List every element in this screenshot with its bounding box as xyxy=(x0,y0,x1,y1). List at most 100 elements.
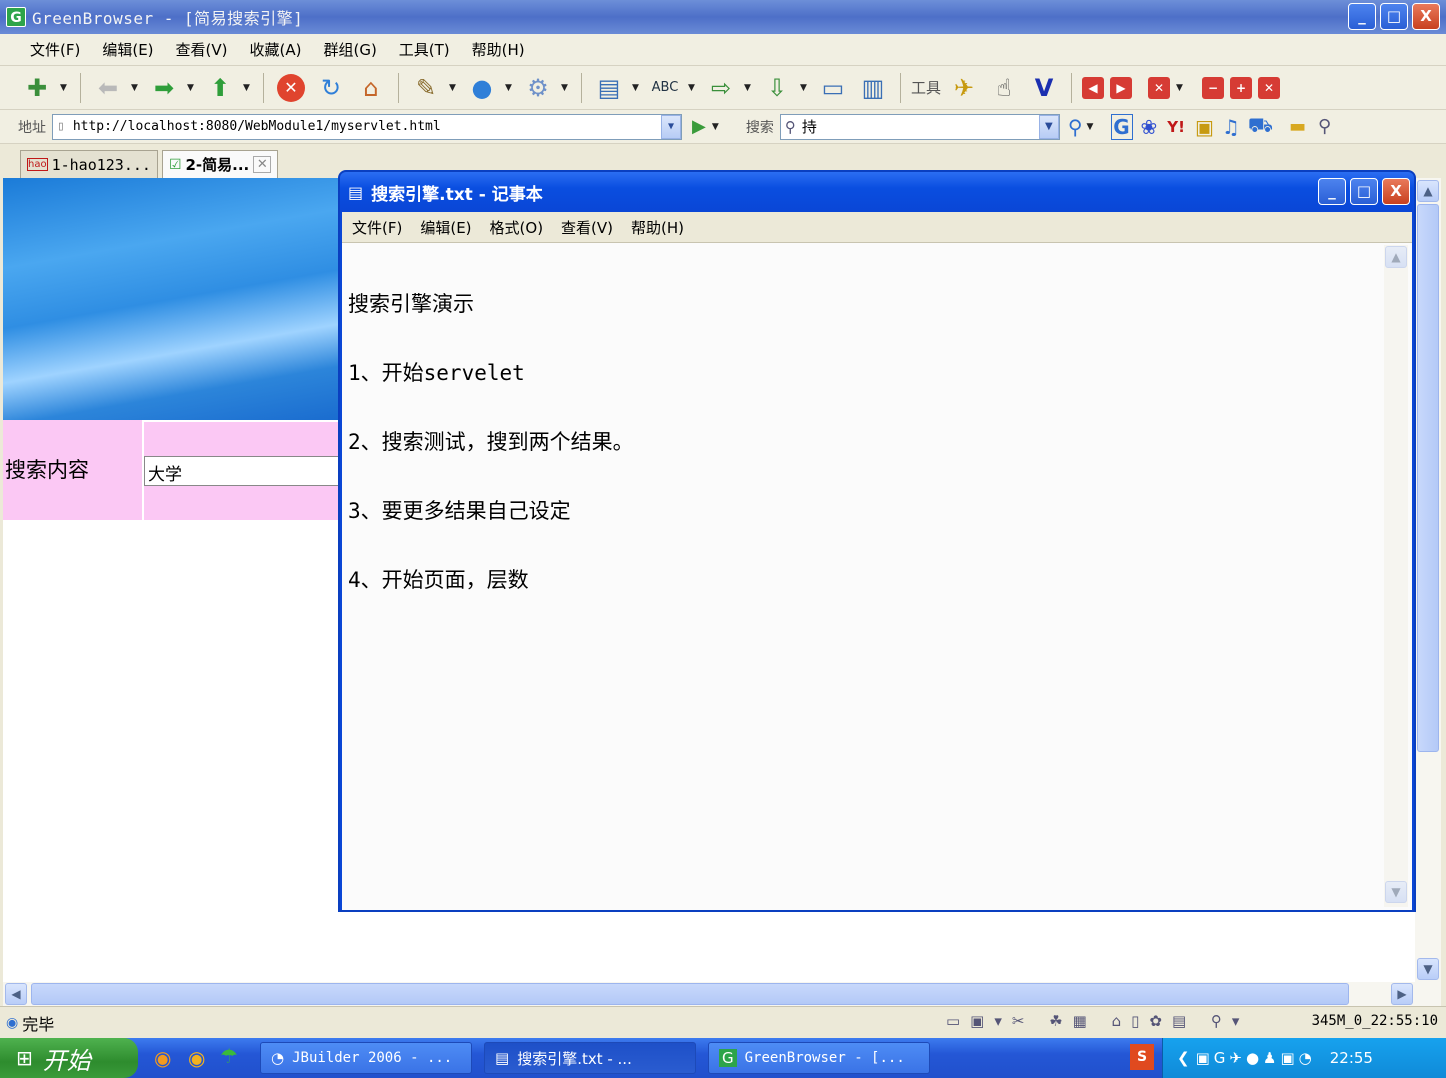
notepad-vertical-scrollbar[interactable]: ▲ ▼ xyxy=(1384,245,1408,907)
google-icon[interactable]: G xyxy=(1110,113,1133,140)
stop-icon[interactable]: ✕ xyxy=(274,71,308,105)
page-horizontal-scrollbar[interactable]: ◀ ▶ xyxy=(3,982,1441,1006)
notepad-menu-format[interactable]: 格式(O) xyxy=(490,217,544,238)
refresh-icon[interactable]: ↻ xyxy=(314,71,348,105)
search-dropdown-icon[interactable]: ▼ xyxy=(1038,114,1059,139)
dropdown-arrow-icon[interactable]: ▼ xyxy=(243,83,253,93)
back-icon[interactable]: ⬅ xyxy=(91,71,125,105)
close-button[interactable]: X xyxy=(1412,3,1440,30)
folder-icon[interactable]: ▬ xyxy=(1289,116,1306,137)
notepad-close-button[interactable]: X xyxy=(1382,178,1410,205)
minimize-button[interactable]: _ xyxy=(1348,3,1376,30)
home-icon[interactable]: ⌂ xyxy=(354,71,388,105)
menu-view[interactable]: 查看(V) xyxy=(176,39,228,60)
tray-expand-icon[interactable]: ❮ xyxy=(1177,1049,1190,1067)
dropdown-arrow-icon[interactable]: ▼ xyxy=(688,83,698,93)
image-icon[interactable]: ▤ xyxy=(592,71,626,105)
scroll-right-icon[interactable]: ▶ xyxy=(1391,983,1413,1005)
notepad-text-area[interactable]: 搜索引擎演示 1、开始servelet 2、搜索测试，搜到两个结果。 3、要更多… xyxy=(342,242,1412,910)
search-go-icon[interactable]: ⚲ xyxy=(1068,115,1083,139)
page-vertical-scrollbar[interactable]: ▲ ▼ xyxy=(1415,178,1441,982)
dropdown-arrow-icon[interactable]: ▼ xyxy=(1087,122,1097,132)
dropdown-arrow-icon[interactable]: ▼ xyxy=(187,83,197,93)
network-globe-icon[interactable]: ⚙ xyxy=(521,71,555,105)
tray-app-icons[interactable]: ▣G✈●♟▣◔ xyxy=(1196,1049,1316,1067)
dropdown-arrow-icon[interactable]: ▼ xyxy=(449,83,459,93)
next-tab-icon[interactable]: ▶ xyxy=(1110,76,1133,99)
scroll-up-icon[interactable]: ▲ xyxy=(1417,180,1439,202)
menu-edit[interactable]: 编辑(E) xyxy=(102,39,153,60)
menu-file[interactable]: 文件(F) xyxy=(30,39,80,60)
broom-icon[interactable]: ✈ xyxy=(947,71,981,105)
dropdown-arrow-icon[interactable]: ▼ xyxy=(800,83,810,93)
music-icon[interactable]: ♫ xyxy=(1222,115,1240,139)
minimize-tab-icon[interactable]: − xyxy=(1202,76,1225,99)
v-icon[interactable]: V xyxy=(1027,71,1061,105)
quicklaunch-umbrella-icon[interactable]: ☂ xyxy=(220,1044,238,1068)
go-icon[interactable]: ▶ xyxy=(692,116,706,137)
notepad-minimize-button[interactable]: _ xyxy=(1318,178,1346,205)
dropdown-arrow-icon[interactable]: ▼ xyxy=(505,83,515,93)
notepad-maximize-button[interactable]: □ xyxy=(1350,178,1378,205)
hand-icon[interactable]: ☝ xyxy=(987,71,1021,105)
globe-icon[interactable]: ● xyxy=(465,71,499,105)
sogou-ime-icon[interactable]: S xyxy=(1130,1044,1154,1070)
restore-button[interactable]: □ xyxy=(1380,3,1408,30)
quicklaunch-firefox-icon[interactable]: ◉ xyxy=(154,1046,171,1070)
download-icon[interactable]: ⇩ xyxy=(760,71,794,105)
scroll-up-icon[interactable]: ▲ xyxy=(1385,246,1407,268)
up-icon[interactable]: ⬆ xyxy=(203,71,237,105)
dropdown-arrow-icon[interactable]: ▼ xyxy=(744,83,754,93)
notepad-menu-file[interactable]: 文件(F) xyxy=(352,217,402,238)
status-bar: ◉ 完毕 ▭▣▾✂ ☘▦ ⌂▯✿▤ ⚲▾ 345M_0_22:55:10 xyxy=(0,1006,1446,1038)
new-tab-icon[interactable]: ✚ xyxy=(20,71,54,105)
export-icon[interactable]: ⇨ xyxy=(704,71,738,105)
address-input[interactable]: ▯ http://localhost:8080/WebModule1/myser… xyxy=(52,113,682,140)
menu-groups[interactable]: 群组(G) xyxy=(323,39,376,60)
scroll-down-icon[interactable]: ▼ xyxy=(1385,881,1407,903)
scroll-down-icon[interactable]: ▼ xyxy=(1417,958,1439,980)
photo-icon[interactable]: ▣ xyxy=(1195,115,1214,139)
dropdown-arrow-icon[interactable]: ▼ xyxy=(131,83,141,93)
menu-help[interactable]: 帮助(H) xyxy=(472,39,525,60)
close-tab-icon[interactable]: ✕ xyxy=(1148,76,1171,99)
notepad-title-bar[interactable]: ▤ 搜索引擎.txt - 记事本 _ □ X xyxy=(340,172,1414,212)
prev-tab-icon[interactable]: ◀ xyxy=(1082,76,1105,99)
dropdown-arrow-icon[interactable]: ▼ xyxy=(1176,83,1186,93)
task-greenbrowser[interactable]: G GreenBrowser - [... xyxy=(708,1042,930,1074)
shopping-icon[interactable]: ⛟ xyxy=(1248,113,1273,140)
compass-icon[interactable]: ✎ xyxy=(409,71,443,105)
tab-hao123[interactable]: hao 1-hao123... xyxy=(20,150,158,178)
search-input[interactable]: ⚲ 持 ▼ xyxy=(779,113,1060,140)
forward-icon[interactable]: ➡ xyxy=(147,71,181,105)
tab-search-engine[interactable]: ☑ 2-简易... ✕ xyxy=(161,150,279,178)
scroll-left-icon[interactable]: ◀ xyxy=(5,983,27,1005)
baidu-icon[interactable]: ❀ xyxy=(1141,115,1158,139)
yahoo-icon[interactable]: Y! xyxy=(1167,118,1185,136)
window-layout-icon[interactable]: ▭ xyxy=(816,71,850,105)
dropdown-arrow-icon[interactable]: ▼ xyxy=(632,83,642,93)
dropdown-arrow-icon[interactable]: ▼ xyxy=(561,83,571,93)
quicklaunch-tiger-icon[interactable]: ◉ xyxy=(188,1046,205,1070)
search-content-input[interactable]: 大学 xyxy=(144,456,344,486)
task-jbuilder[interactable]: ◔ JBuilder 2006 - ... xyxy=(260,1042,472,1074)
dropdown-arrow-icon[interactable]: ▼ xyxy=(60,83,70,93)
browser-title: GreenBrowser - [简易搜索引擎] xyxy=(32,9,304,28)
address-dropdown-icon[interactable]: ▼ xyxy=(661,114,681,139)
scroll-thumb[interactable] xyxy=(31,983,1349,1005)
preview-icon[interactable]: ⚲ xyxy=(1318,116,1331,137)
tab-close-icon[interactable]: ✕ xyxy=(253,156,272,173)
notepad-menu-help[interactable]: 帮助(H) xyxy=(631,217,684,238)
task-notepad[interactable]: ▤ 搜索引擎.txt - ... xyxy=(484,1042,696,1074)
menu-tools[interactable]: 工具(T) xyxy=(399,39,450,60)
menu-favorites[interactable]: 收藏(A) xyxy=(250,39,302,60)
spellcheck-icon[interactable]: ABC xyxy=(648,71,682,105)
notepad-menu-edit[interactable]: 编辑(E) xyxy=(420,217,471,238)
scroll-thumb[interactable] xyxy=(1417,204,1439,752)
close-all-icon[interactable]: ✕ xyxy=(1258,76,1281,99)
split-view-icon[interactable]: ▥ xyxy=(856,71,890,105)
dropdown-arrow-icon[interactable]: ▼ xyxy=(712,122,722,132)
notepad-menu-view[interactable]: 查看(V) xyxy=(561,217,613,238)
maximize-tab-icon[interactable]: + xyxy=(1230,76,1253,99)
start-button[interactable]: ⊞ 开始 xyxy=(0,1038,138,1078)
